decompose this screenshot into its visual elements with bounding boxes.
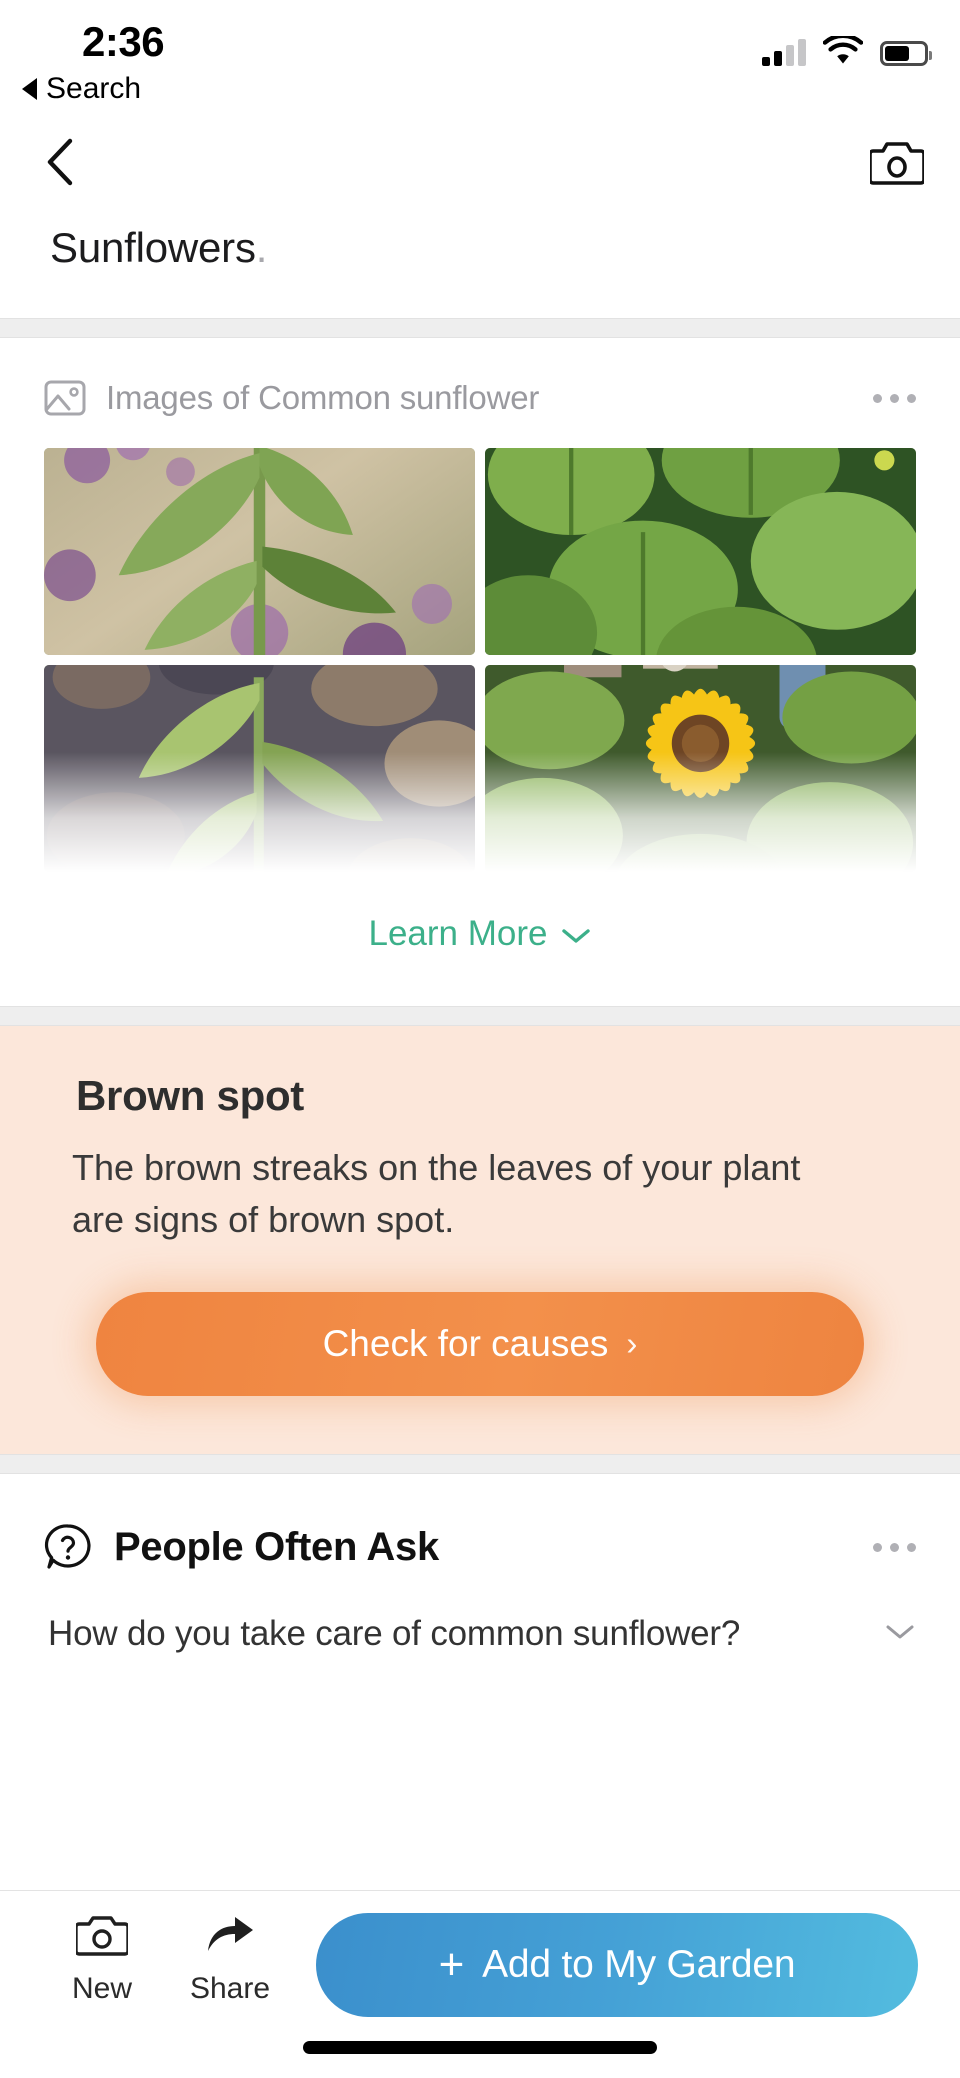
app-screen: 2:36 Search Sunflowers. Images of Common…	[0, 0, 960, 2078]
learn-more-label: Learn More	[368, 914, 548, 953]
people-often-ask-overflow-menu[interactable]	[869, 1533, 920, 1562]
status-indicators	[762, 33, 932, 70]
page-title-dot: .	[255, 224, 268, 271]
check-for-causes-label: Check for causes	[322, 1323, 609, 1365]
diagnosis-title: Brown spot	[76, 1072, 304, 1119]
camera-icon	[74, 1913, 130, 1962]
cellular-signal-icon	[762, 39, 806, 66]
camera-icon	[868, 142, 926, 185]
faq-row[interactable]: How do you take care of common sunflower…	[0, 1578, 960, 1654]
home-indicator[interactable]	[303, 2041, 657, 2054]
add-to-my-garden-label: Add to My Garden	[482, 1943, 796, 1986]
learn-more-button[interactable]: Learn More	[0, 872, 960, 1006]
diagnosis-card: Brown spot The brown streaks on the leav…	[0, 1026, 960, 1455]
diagnosis-description: The brown streaks on the leaves of your …	[72, 1147, 801, 1241]
images-card-title: Images of Common sunflower	[106, 379, 540, 416]
faq-question: How do you take care of common sunflower…	[48, 1614, 741, 1654]
share-button[interactable]: Share	[166, 1913, 294, 2006]
people-often-ask-title: People Often Ask	[114, 1524, 439, 1569]
chevron-down-icon	[561, 914, 591, 954]
section-divider	[0, 1454, 960, 1475]
add-to-my-garden-button[interactable]: + Add to My Garden	[316, 1913, 918, 2017]
image-tile[interactable]	[44, 448, 475, 655]
back-button[interactable]	[40, 136, 84, 188]
share-arrow-icon	[204, 1913, 256, 1962]
page-title-wrap: Sunflowers.	[0, 206, 960, 318]
status-time: 2:36	[82, 18, 165, 65]
chevron-right-icon: ›	[626, 1325, 638, 1363]
chevron-down-icon[interactable]	[884, 1622, 916, 1647]
new-photo-button[interactable]: New	[38, 1913, 166, 2006]
section-divider	[0, 318, 960, 338]
page-title-text: Sunflowers	[50, 224, 256, 271]
image-grid	[0, 448, 960, 872]
camera-button[interactable]	[868, 138, 926, 191]
status-back-label: Search	[46, 72, 142, 105]
images-card-header: Images of Common sunflower	[0, 372, 960, 424]
battery-icon	[880, 40, 932, 66]
images-card-overflow-menu[interactable]	[869, 384, 920, 413]
page-title: Sunflowers.	[50, 224, 960, 272]
nav-bar	[0, 120, 960, 206]
new-photo-label: New	[71, 1972, 132, 2005]
check-for-causes-button[interactable]: Check for causes ›	[96, 1292, 864, 1397]
back-triangle-icon	[22, 78, 37, 100]
image-tile[interactable]	[485, 665, 916, 872]
photo-icon	[44, 378, 86, 418]
status-back-to-search[interactable]: Search	[22, 72, 141, 106]
diagnosis-cta-wrap: Check for causes ›	[0, 1246, 960, 1397]
people-often-ask-card: People Often Ask How do you take care of…	[0, 1474, 960, 1655]
section-divider	[0, 1006, 960, 1026]
image-tile[interactable]	[485, 448, 916, 655]
image-tile[interactable]	[44, 665, 475, 872]
plus-icon: +	[438, 1940, 465, 1989]
images-card: Images of Common sunflower Learn More	[0, 338, 960, 1006]
people-often-ask-header: People Often Ask	[0, 1516, 960, 1578]
question-bubble-icon	[44, 1523, 92, 1571]
status-bar: 2:36 Search	[0, 0, 960, 120]
wifi-icon	[822, 33, 864, 70]
share-label: Share	[189, 1972, 271, 2005]
